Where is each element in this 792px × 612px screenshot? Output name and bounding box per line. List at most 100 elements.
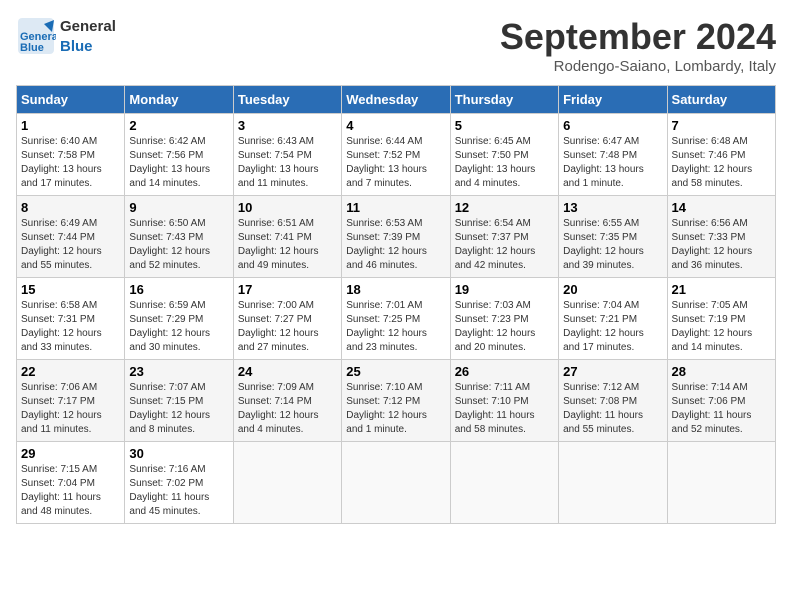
- day-number: 16: [129, 282, 228, 297]
- day-info: Sunrise: 7:12 AM Sunset: 7:08 PM Dayligh…: [563, 381, 662, 437]
- day-number: 28: [672, 364, 771, 379]
- calendar-week-3: 15Sunrise: 6:58 AM Sunset: 7:31 PM Dayli…: [17, 278, 776, 360]
- day-info: Sunrise: 7:14 AM Sunset: 7:06 PM Dayligh…: [672, 381, 771, 437]
- day-number: 7: [672, 118, 771, 133]
- calendar-cell: 8 Sunrise: 6:49 AM Sunset: 7:44 PM Daylig…: [17, 196, 125, 278]
- logo-icon: General Blue: [16, 16, 56, 56]
- calendar-cell: 21 Sunrise: 7:05 AM Sunset: 7:19 PM Dayli…: [667, 278, 775, 360]
- calendar-cell: 26 Sunrise: 7:11 AM Sunset: 7:10 PM Dayli…: [450, 360, 558, 442]
- day-info: Sunrise: 6:48 AM Sunset: 7:46 PM Dayligh…: [672, 135, 771, 191]
- day-number: 19: [455, 282, 554, 297]
- calendar-cell: [559, 442, 667, 524]
- day-number: 9: [129, 200, 228, 215]
- day-number: 23: [129, 364, 228, 379]
- day-number: 20: [563, 282, 662, 297]
- calendar-cell: 5Sunrise: 6:45 AM Sunset: 7:50 PM Daylig…: [450, 114, 558, 196]
- calendar-cell: 10Sunrise: 6:51 AM Sunset: 7:41 PM Dayli…: [233, 196, 341, 278]
- day-info: Sunrise: 6:47 AM Sunset: 7:48 PM Dayligh…: [563, 135, 662, 191]
- day-number: 11: [346, 200, 445, 215]
- day-number: 18: [346, 282, 445, 297]
- calendar-cell: 19Sunrise: 7:03 AM Sunset: 7:23 PM Dayli…: [450, 278, 558, 360]
- day-number: 6: [563, 118, 662, 133]
- weekday-header-wednesday: Wednesday: [342, 86, 450, 114]
- location-title: Rodengo-Saiano, Lombardy, Italy: [500, 58, 776, 75]
- calendar-cell: 29 Sunrise: 7:15 AM Sunset: 7:04 PM Dayli…: [17, 442, 125, 524]
- day-number: 22: [21, 364, 120, 379]
- calendar-body: 1Sunrise: 6:40 AM Sunset: 7:58 PM Daylig…: [17, 114, 776, 524]
- day-number: 26: [455, 364, 554, 379]
- day-number: 2: [129, 118, 228, 133]
- day-info: Sunrise: 7:04 AM Sunset: 7:21 PM Dayligh…: [563, 299, 662, 355]
- page-header: General Blue General Blue September 2024…: [16, 16, 776, 75]
- day-info: Sunrise: 6:50 AM Sunset: 7:43 PM Dayligh…: [129, 217, 228, 273]
- calendar-cell: 17 Sunrise: 7:00 AM Sunset: 7:27 PM Dayli…: [233, 278, 341, 360]
- logo: General Blue General Blue: [16, 16, 116, 56]
- weekday-header-saturday: Saturday: [667, 86, 775, 114]
- day-info: Sunrise: 6:53 AM Sunset: 7:39 PM Dayligh…: [346, 217, 445, 273]
- calendar-cell: 23 Sunrise: 7:07 AM Sunset: 7:15 PM Dayli…: [125, 360, 233, 442]
- day-number: 25: [346, 364, 445, 379]
- calendar-cell: 12 Sunrise: 6:54 AM Sunset: 7:37 PM Dayli…: [450, 196, 558, 278]
- day-info: Sunrise: 6:55 AM Sunset: 7:35 PM Dayligh…: [563, 217, 662, 273]
- day-info: Sunrise: 6:59 AM Sunset: 7:29 PM Dayligh…: [129, 299, 228, 355]
- day-number: 29: [21, 446, 120, 461]
- day-number: 8: [21, 200, 120, 215]
- day-number: 1: [21, 118, 120, 133]
- weekday-header-friday: Friday: [559, 86, 667, 114]
- calendar-table: SundayMondayTuesdayWednesdayThursdayFrid…: [16, 85, 776, 524]
- day-info: Sunrise: 7:07 AM Sunset: 7:15 PM Dayligh…: [129, 381, 228, 437]
- day-number: 24: [238, 364, 337, 379]
- day-info: Sunrise: 7:00 AM Sunset: 7:27 PM Dayligh…: [238, 299, 337, 355]
- calendar-cell: 14 Sunrise: 6:56 AM Sunset: 7:33 PM Dayli…: [667, 196, 775, 278]
- calendar-cell: 11 Sunrise: 6:53 AM Sunset: 7:39 PM Dayli…: [342, 196, 450, 278]
- day-info: Sunrise: 7:06 AM Sunset: 7:17 PM Dayligh…: [21, 381, 120, 437]
- calendar-cell: 15Sunrise: 6:58 AM Sunset: 7:31 PM Dayli…: [17, 278, 125, 360]
- day-number: 13: [563, 200, 662, 215]
- day-info: Sunrise: 7:15 AM Sunset: 7:04 PM Dayligh…: [21, 463, 120, 519]
- day-info: Sunrise: 6:42 AM Sunset: 7:56 PM Dayligh…: [129, 135, 228, 191]
- svg-text:Blue: Blue: [20, 42, 44, 54]
- logo-line2: Blue: [60, 38, 93, 55]
- calendar-cell: 1Sunrise: 6:40 AM Sunset: 7:58 PM Daylig…: [17, 114, 125, 196]
- day-number: 17: [238, 282, 337, 297]
- weekday-header-row: SundayMondayTuesdayWednesdayThursdayFrid…: [17, 86, 776, 114]
- calendar-cell: [233, 442, 341, 524]
- day-info: Sunrise: 7:05 AM Sunset: 7:19 PM Dayligh…: [672, 299, 771, 355]
- day-info: Sunrise: 7:16 AM Sunset: 7:02 PM Dayligh…: [129, 463, 228, 519]
- day-info: Sunrise: 6:49 AM Sunset: 7:44 PM Dayligh…: [21, 217, 120, 273]
- calendar-cell: 3Sunrise: 6:43 AM Sunset: 7:54 PM Daylig…: [233, 114, 341, 196]
- day-number: 10: [238, 200, 337, 215]
- day-number: 21: [672, 282, 771, 297]
- calendar-week-1: 1Sunrise: 6:40 AM Sunset: 7:58 PM Daylig…: [17, 114, 776, 196]
- calendar-cell: [342, 442, 450, 524]
- calendar-cell: 30 Sunrise: 7:16 AM Sunset: 7:02 PM Dayli…: [125, 442, 233, 524]
- calendar-cell: 16 Sunrise: 6:59 AM Sunset: 7:29 PM Dayli…: [125, 278, 233, 360]
- calendar-cell: 25Sunrise: 7:10 AM Sunset: 7:12 PM Dayli…: [342, 360, 450, 442]
- calendar-cell: 18Sunrise: 7:01 AM Sunset: 7:25 PM Dayli…: [342, 278, 450, 360]
- calendar-cell: 20 Sunrise: 7:04 AM Sunset: 7:21 PM Dayli…: [559, 278, 667, 360]
- calendar-cell: 27Sunrise: 7:12 AM Sunset: 7:08 PM Dayli…: [559, 360, 667, 442]
- calendar-cell: 24 Sunrise: 7:09 AM Sunset: 7:14 PM Dayli…: [233, 360, 341, 442]
- weekday-header-sunday: Sunday: [17, 86, 125, 114]
- day-number: 30: [129, 446, 228, 461]
- day-number: 15: [21, 282, 120, 297]
- day-info: Sunrise: 6:54 AM Sunset: 7:37 PM Dayligh…: [455, 217, 554, 273]
- calendar-cell: [667, 442, 775, 524]
- calendar-week-2: 8 Sunrise: 6:49 AM Sunset: 7:44 PM Daylig…: [17, 196, 776, 278]
- day-info: Sunrise: 7:09 AM Sunset: 7:14 PM Dayligh…: [238, 381, 337, 437]
- calendar-week-4: 22 Sunrise: 7:06 AM Sunset: 7:17 PM Dayli…: [17, 360, 776, 442]
- day-info: Sunrise: 6:44 AM Sunset: 7:52 PM Dayligh…: [346, 135, 445, 191]
- day-number: 12: [455, 200, 554, 215]
- calendar-cell: 4Sunrise: 6:44 AM Sunset: 7:52 PM Daylig…: [342, 114, 450, 196]
- day-info: Sunrise: 6:43 AM Sunset: 7:54 PM Dayligh…: [238, 135, 337, 191]
- calendar-week-5: 29 Sunrise: 7:15 AM Sunset: 7:04 PM Dayli…: [17, 442, 776, 524]
- day-info: Sunrise: 6:56 AM Sunset: 7:33 PM Dayligh…: [672, 217, 771, 273]
- weekday-header-monday: Monday: [125, 86, 233, 114]
- calendar-cell: 7 Sunrise: 6:48 AM Sunset: 7:46 PM Daylig…: [667, 114, 775, 196]
- weekday-header-tuesday: Tuesday: [233, 86, 341, 114]
- day-number: 14: [672, 200, 771, 215]
- calendar-cell: 22 Sunrise: 7:06 AM Sunset: 7:17 PM Dayli…: [17, 360, 125, 442]
- day-info: Sunrise: 7:11 AM Sunset: 7:10 PM Dayligh…: [455, 381, 554, 437]
- calendar-cell: 2 Sunrise: 6:42 AM Sunset: 7:56 PM Daylig…: [125, 114, 233, 196]
- calendar-cell: 28 Sunrise: 7:14 AM Sunset: 7:06 PM Dayli…: [667, 360, 775, 442]
